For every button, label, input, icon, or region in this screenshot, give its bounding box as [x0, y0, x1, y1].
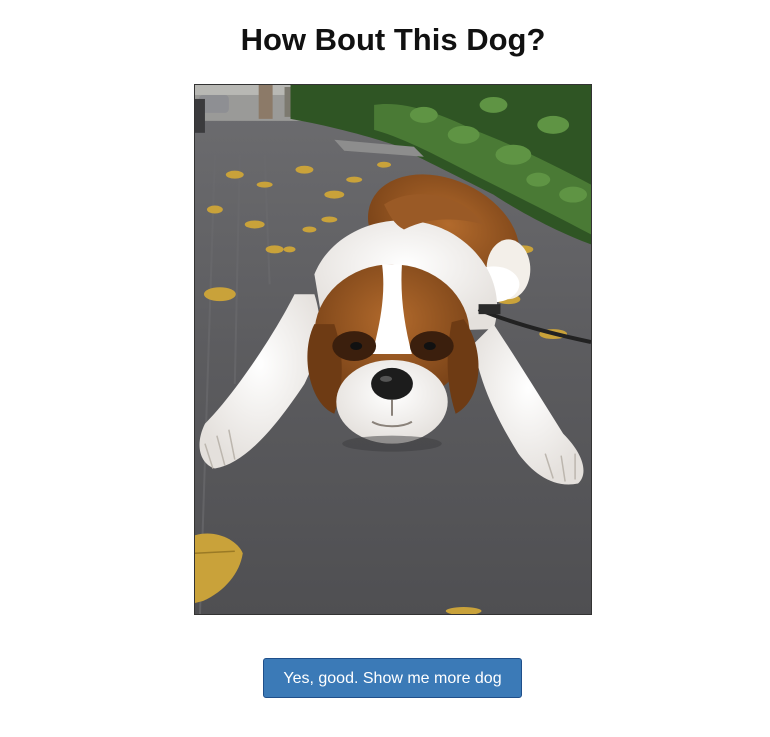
page-title: How Bout This Dog?	[240, 22, 546, 57]
dog-photo	[194, 84, 592, 615]
saint-bernard-photo-illustration	[195, 85, 591, 614]
show-more-dog-button[interactable]: Yes, good. Show me more dog	[263, 658, 522, 698]
